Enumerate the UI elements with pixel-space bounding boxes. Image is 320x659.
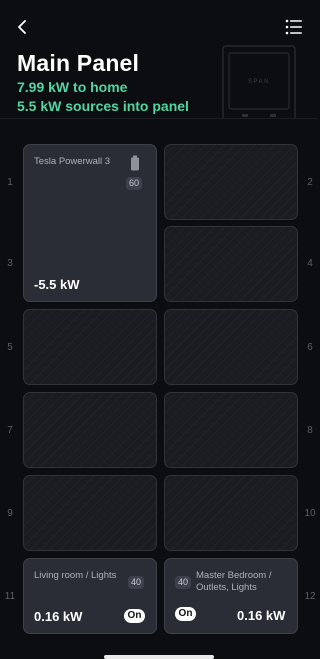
breaker-empty-5[interactable]: [23, 309, 157, 385]
battery-level-badge: 60: [126, 177, 143, 190]
breaker-label: Living room / Lights: [34, 570, 117, 581]
battery-icon: [131, 155, 139, 171]
breaker-on-toggle[interactable]: On: [175, 607, 196, 621]
slot-number-4: 4: [307, 258, 313, 269]
slot-number-12: 12: [304, 591, 316, 602]
panel-brand-logo: SPAN: [248, 79, 270, 85]
breaker-master-bedroom[interactable]: 40 Master Bedroom / Outlets, Lights On 0…: [164, 558, 298, 634]
breaker-power: 0.16 kW: [34, 609, 83, 624]
home-power-text: 7.99 kW to home: [17, 79, 128, 95]
slot-number-1: 1: [7, 177, 13, 188]
breaker-tesla-powerwall[interactable]: Tesla Powerwall 3 60 -5.5 kW: [23, 144, 157, 302]
header-divider: [0, 118, 318, 119]
slot-number-6: 6: [307, 342, 313, 353]
slot-number-11: 11: [4, 591, 16, 602]
breaker-empty-8[interactable]: [164, 392, 298, 468]
panel-illustration: SPAN: [222, 45, 296, 118]
breaker-on-toggle[interactable]: On: [124, 609, 145, 623]
breaker-label: Tesla Powerwall 3: [34, 156, 111, 167]
slot-number-8: 8: [307, 425, 313, 436]
page-title: Main Panel: [17, 50, 140, 76]
slot-number-3: 3: [7, 258, 13, 269]
breaker-living-room[interactable]: Living room / Lights 40 0.16 kW On: [23, 558, 157, 634]
list-menu-icon[interactable]: [284, 17, 304, 37]
breaker-empty-6[interactable]: [164, 309, 298, 385]
home-indicator[interactable]: [104, 655, 214, 659]
back-chevron-icon[interactable]: [12, 16, 32, 38]
header: Main Panel 7.99 kW to home 5.5 kW source…: [0, 0, 318, 118]
slot-number-5: 5: [7, 342, 13, 353]
breaker-power: -5.5 kW: [34, 277, 80, 292]
amp-rating-badge: 40: [175, 576, 192, 589]
breaker-label: Master Bedroom / Outlets, Lights: [196, 570, 272, 593]
slot-number-7: 7: [7, 425, 13, 436]
breaker-empty-10[interactable]: [164, 475, 298, 551]
slot-number-2: 2: [307, 177, 313, 188]
breaker-empty-7[interactable]: [23, 392, 157, 468]
amp-rating-badge: 40: [128, 576, 145, 589]
breaker-empty-2[interactable]: [164, 144, 298, 220]
breaker-empty-4[interactable]: [164, 226, 298, 302]
sources-power-text: 5.5 kW sources into panel: [17, 98, 189, 114]
slot-number-10: 10: [304, 508, 316, 519]
breaker-power: 0.16 kW: [237, 608, 286, 623]
slot-number-9: 9: [7, 508, 13, 519]
breaker-empty-9[interactable]: [23, 475, 157, 551]
